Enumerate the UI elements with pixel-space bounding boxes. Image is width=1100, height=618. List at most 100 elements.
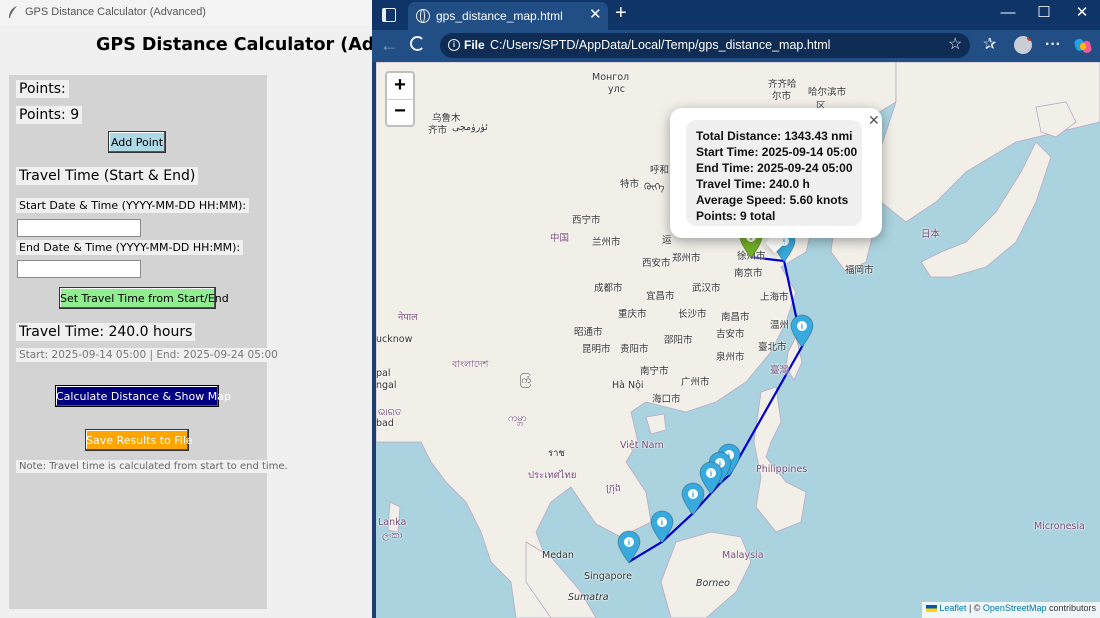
zoom-out-button[interactable]: − <box>387 99 413 125</box>
refresh-icon[interactable] <box>410 36 425 51</box>
place-label: Singapore <box>584 571 632 582</box>
place-label: 福岡市 <box>845 265 874 276</box>
end-datetime-label: End Date & Time (YYYY-MM-DD HH:MM): <box>16 240 244 255</box>
place-label: ประเทศไทย <box>528 470 577 481</box>
place-label: ᠬᠥᠬᠡ <box>644 182 665 193</box>
end-datetime-input[interactable] <box>17 260 141 278</box>
url-text[interactable]: C:/Users/SPTD/AppData/Local/Temp/gps_dis… <box>490 38 830 52</box>
popup-close-icon[interactable]: ✕ <box>868 112 880 129</box>
place-label: pal <box>376 368 391 379</box>
travel-time-value: Travel Time: 240.0 hours <box>16 323 196 341</box>
popup-content: Total Distance: 1343.43 nmi Start Time: … <box>686 120 862 226</box>
place-label: ကြံ <box>520 375 531 386</box>
place-label: ក្រុង <box>606 483 621 494</box>
place-label: Монгол <box>592 72 630 83</box>
place-label: 长沙市 <box>678 309 707 320</box>
zoom-in-button[interactable]: + <box>387 73 413 100</box>
place-label: 广州市 <box>681 377 710 388</box>
place-label: 南京市 <box>734 268 763 279</box>
place-label: 武汉市 <box>692 283 721 294</box>
close-window-icon[interactable]: ✕ <box>1070 4 1094 22</box>
place-label: 特市 <box>620 179 640 190</box>
place-label: ราช <box>548 448 565 459</box>
minimize-icon[interactable]: — <box>996 4 1020 22</box>
maximize-icon[interactable]: ☐ <box>1032 4 1056 22</box>
travel-time: Travel Time: 240.0 h <box>696 177 810 191</box>
attribution-separator: | © <box>966 603 983 613</box>
place-label: 兰州市 <box>592 237 621 248</box>
osm-link[interactable]: OpenStreetMap <box>983 603 1047 613</box>
svg-text:i: i <box>627 539 629 547</box>
favorite-star-icon[interactable]: ☆ <box>948 34 962 54</box>
zoom-control: + − <box>385 71 415 127</box>
info-marker-icon[interactable]: i <box>789 314 815 348</box>
new-tab-icon[interactable]: + <box>615 3 627 23</box>
info-marker-icon[interactable]: i <box>680 482 706 516</box>
place-label: Hà Nội <box>612 380 644 391</box>
browser-tab[interactable]: gps_distance_map.html ✕ <box>408 2 608 30</box>
place-label: ଭାରତ <box>378 407 402 418</box>
place-label: Malaysia <box>722 550 764 561</box>
place-label: 温州 <box>770 320 790 331</box>
start-datetime-input[interactable] <box>17 219 141 237</box>
address-bar[interactable]: i File C:/Users/SPTD/AppData/Local/Temp/… <box>440 33 970 58</box>
total-distance: Total Distance: 1343.43 nmi <box>696 129 853 143</box>
favorites-icon[interactable]: ✰ <box>983 36 996 54</box>
place-label: Medan <box>542 550 574 561</box>
place-label: 重庆市 <box>618 309 647 320</box>
place-label: 南昌市 <box>721 312 750 323</box>
points-header: Points: <box>16 80 69 98</box>
place-label: 哈尔滨市 <box>808 87 847 98</box>
tk-titlebar: GPS Distance Calculator (Advanced) <box>0 0 372 26</box>
route-popup: Total Distance: 1343.43 nmi Start Time: … <box>670 108 882 238</box>
place-label: 臺北市 <box>758 342 787 353</box>
end-time: End Time: 2025-09-24 05:00 <box>696 161 853 175</box>
place-label: 泉州市 <box>716 352 745 363</box>
add-point-button[interactable]: Add Point <box>108 131 166 153</box>
info-icon[interactable]: i <box>448 39 460 51</box>
start-time: Start Time: 2025-09-14 05:00 <box>696 145 858 159</box>
back-arrow-icon[interactable]: ← <box>380 35 398 56</box>
place-label: ကမ္ဘာ <box>508 413 527 424</box>
place-label: Philippines <box>756 464 808 475</box>
save-results-button[interactable]: Save Results to File <box>85 429 193 451</box>
svg-text:i: i <box>691 491 693 499</box>
place-label: 吉安市 <box>716 329 745 340</box>
svg-text:i: i <box>801 323 803 331</box>
profile-avatar-icon[interactable] <box>1014 36 1032 54</box>
svg-text:i: i <box>710 470 712 478</box>
note-text: Note: Travel time is calculated from sta… <box>16 460 291 473</box>
land-russia <box>875 62 1100 223</box>
points-count: Points: 9 <box>16 106 83 124</box>
more-menu-icon[interactable]: ··· <box>1045 36 1061 54</box>
browser-titlebar: gps_distance_map.html ✕ + — ☐ ✕ <box>372 0 1100 30</box>
place-label: ලංකා <box>382 530 403 541</box>
info-marker-icon[interactable]: i <box>649 510 675 544</box>
leaflet-map[interactable]: Монгол улс 乌鲁木 齐市 ئۈرۈمچى 呼和 特市 ᠬᠥᠬᠡ 西宁市… <box>376 62 1100 618</box>
attribution-suffix: contributors <box>1046 603 1096 613</box>
place-label: 运 <box>662 235 672 246</box>
copilot-icon[interactable] <box>1074 37 1092 55</box>
calculate-distance-button[interactable]: Calculate Distance & Show Map <box>55 385 231 407</box>
file-label: File <box>464 38 485 52</box>
tab-close-icon[interactable]: ✕ <box>589 7 602 23</box>
tk-main-frame: Points: Points: 9 Add Point Travel Time … <box>9 75 291 609</box>
place-label: 呼和 <box>650 165 670 176</box>
place-label: 南宁市 <box>640 366 669 377</box>
place-label: 邵阳市 <box>664 335 693 346</box>
place-label: ngal <box>376 380 397 391</box>
leaflet-link[interactable]: Leaflet <box>939 603 966 613</box>
ukraine-flag-icon <box>926 605 938 613</box>
tab-actions-icon[interactable] <box>382 8 396 22</box>
tk-window: GPS Distance Calculator (Advanced) GPS D… <box>0 0 420 618</box>
set-travel-time-button[interactable]: Set Travel Time from Start/End <box>59 287 229 309</box>
tk-window-title: GPS Distance Calculator (Advanced) <box>25 6 206 18</box>
info-marker-icon[interactable]: i <box>616 530 642 564</box>
tk-feather-icon <box>9 6 17 18</box>
average-speed: Average Speed: 5.60 knots <box>696 193 849 207</box>
place-label: Micronesia <box>1034 521 1085 532</box>
land-hainan <box>645 413 667 435</box>
place-label: 中国 <box>550 233 570 244</box>
place-label: नेपाल <box>398 312 418 323</box>
place-label: 昭通市 <box>574 327 603 338</box>
